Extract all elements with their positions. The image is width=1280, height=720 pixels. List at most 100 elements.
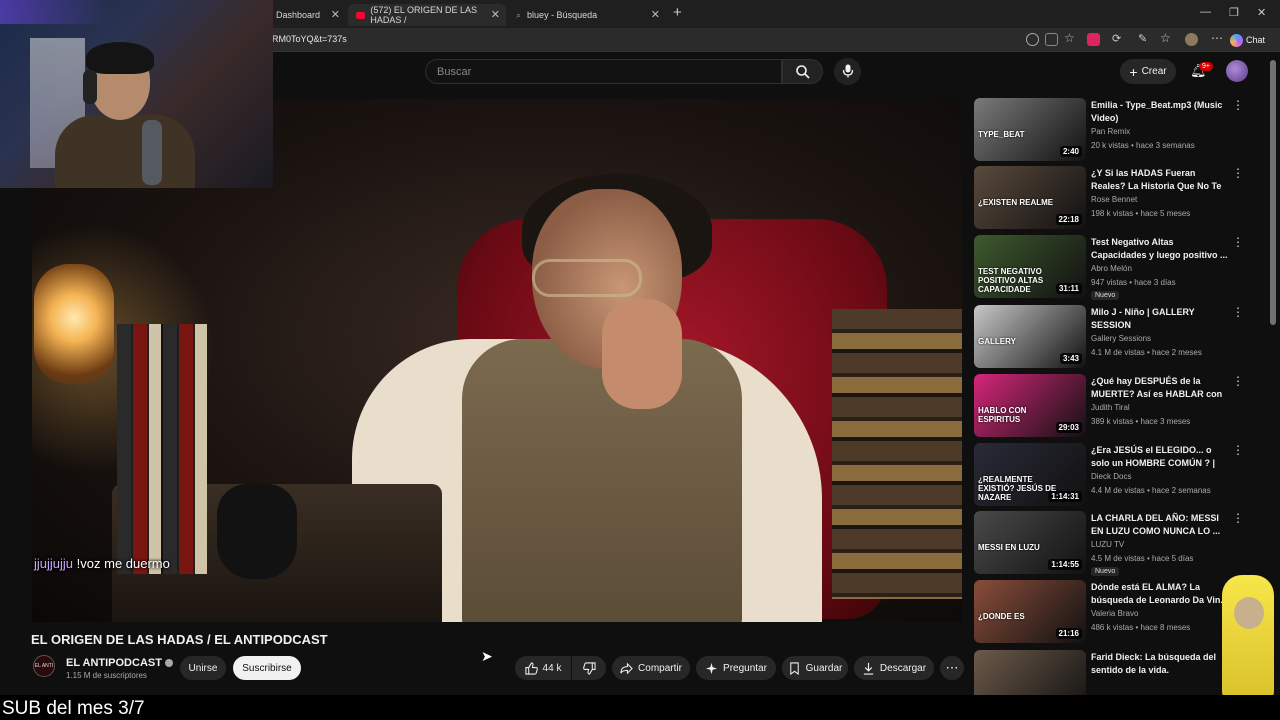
minimize-icon[interactable]: — xyxy=(1200,6,1211,18)
recommendation-channel[interactable]: Abro Melón xyxy=(1091,264,1132,273)
recommendation-channel[interactable]: Gallery Sessions xyxy=(1091,334,1151,343)
scrollbar[interactable] xyxy=(1270,60,1276,325)
dislike-button[interactable] xyxy=(572,656,606,680)
save-button[interactable]: Guardar xyxy=(782,656,848,680)
recommendation-thumbnail[interactable]: HABLO CON ESPIRITUS 29:03 xyxy=(974,374,1086,437)
url-text[interactable]: RM0ToYQ&t=737s xyxy=(272,34,347,44)
create-button[interactable]: + Crear xyxy=(1120,59,1176,84)
webcam-bottle xyxy=(142,120,162,185)
recommendation-meta: 20 k vistas • hace 3 semanas xyxy=(1091,141,1195,150)
recommendation-item[interactable]: HABLO CON ESPIRITUS 29:03 ¿Qué hay DESPUÉS… xyxy=(974,374,1254,438)
reader-icon[interactable] xyxy=(1045,33,1058,46)
close-icon[interactable]: ✕ xyxy=(491,8,500,21)
voice-search-button[interactable] xyxy=(834,58,861,85)
recommendation-channel[interactable]: LUZU TV xyxy=(1091,540,1124,549)
more-vertical-icon[interactable]: ⋮ xyxy=(1232,375,1244,387)
search-button[interactable] xyxy=(782,59,823,84)
banana-cat-sticker xyxy=(1222,575,1274,703)
more-vertical-icon[interactable]: ⋮ xyxy=(1232,306,1244,318)
microphone-icon xyxy=(842,64,854,78)
recommendation-thumbnail[interactable]: TEST NEGATIVO POSITIVO ALTAS CAPACIDADE 3… xyxy=(974,235,1086,298)
recommendation-item[interactable]: GALLERY 3:43 Milo J - Niño | GALLERY SESSI… xyxy=(974,305,1254,369)
webcam-person-body xyxy=(55,115,195,188)
duration-badge: 2:40 xyxy=(1059,146,1082,157)
channel-name-text: EL ANTIPODCAST xyxy=(66,657,162,669)
recommendation-title[interactable]: Milo J - Niño | GALLERY SESSION xyxy=(1091,306,1229,332)
more-vertical-icon[interactable]: ⋮ xyxy=(1232,444,1244,456)
recommendation-channel[interactable]: Pan Remix xyxy=(1091,127,1130,136)
recommendation-channel[interactable]: Valeria Bravo xyxy=(1091,609,1138,618)
recommendation-meta: 486 k vistas • hace 8 meses xyxy=(1091,623,1191,632)
extensions-icon[interactable]: ✎ xyxy=(1138,32,1147,45)
thumbnail-text: ¿REALMENTE EXISTIÓ? JESÚS DE NAZARE xyxy=(978,475,1057,502)
recommendation-channel[interactable]: Rose Bennet xyxy=(1091,195,1137,204)
recommendation-item[interactable]: MESSI EN LUZU 1:14:55 LA CHARLA DEL AÑO: M… xyxy=(974,511,1254,576)
tab-youtube-video[interactable]: (572) EL ORIGEN DE LAS HADAS / ✕ xyxy=(348,4,506,26)
profile-icon[interactable] xyxy=(1185,33,1198,46)
tab-bluey-search[interactable]: ⌕ bluey - Búsqueda ✕ xyxy=(508,4,666,26)
recommendation-thumbnail[interactable]: GALLERY 3:43 xyxy=(974,305,1086,368)
share-button[interactable]: Compartir xyxy=(612,656,690,680)
tab-dashboard[interactable]: Dashboard ✕ xyxy=(268,4,346,26)
thumbnail-text: ¿DONDE ES xyxy=(978,612,1025,621)
recommendation-thumbnail[interactable]: ¿EXISTEN REALME 22:18 xyxy=(974,166,1086,229)
recommendation-item[interactable]: ¿REALMENTE EXISTIÓ? JESÚS DE NAZARE 1:14:… xyxy=(974,443,1254,507)
new-tab-icon[interactable]: + xyxy=(673,4,682,21)
cat-face xyxy=(1234,597,1264,629)
recommendation-thumbnail[interactable]: TYPE_BEAT 2:40 xyxy=(974,98,1086,161)
duration-badge: 31:11 xyxy=(1055,283,1082,294)
more-vertical-icon[interactable]: ⋮ xyxy=(1232,512,1244,524)
chat-text: !voz me duermo xyxy=(76,556,170,571)
refresh-icon[interactable]: ⟳ xyxy=(1112,32,1121,45)
subtitle-bar xyxy=(0,695,1280,720)
recommendation-thumbnail[interactable]: ¿DONDE ES 21:16 xyxy=(974,580,1086,643)
recommendation-title[interactable]: Farid Dieck: La búsqueda del sentido de … xyxy=(1091,651,1229,677)
recommendation-item[interactable]: TYPE_BEAT 2:40 Emilia - Type_Beat.mp3 (Mus… xyxy=(974,98,1254,162)
recommendation-item[interactable]: ¿EXISTEN REALME 22:18 ¿Y Si las HADAS Fuer… xyxy=(974,166,1254,230)
translate-icon[interactable] xyxy=(1026,33,1039,46)
user-avatar[interactable] xyxy=(1226,60,1248,82)
recommendation-title[interactable]: LA CHARLA DEL AÑO: MESSI EN LUZU COMO NU… xyxy=(1091,512,1229,538)
recommendation-title[interactable]: ¿Y Si las HADAS Fueran Reales? La Histor… xyxy=(1091,167,1229,193)
recommendation-channel[interactable]: Dieck Docs xyxy=(1091,472,1131,481)
recommendation-title[interactable]: ¿Qué hay DESPUÉS de la MUERTE? Así es HA… xyxy=(1091,375,1229,401)
recommendation-channel[interactable]: Judith Tiral xyxy=(1091,403,1130,412)
recommendation-title[interactable]: Emilia - Type_Beat.mp3 (Music Video) xyxy=(1091,99,1229,125)
download-icon xyxy=(863,662,874,675)
verified-icon xyxy=(164,659,173,668)
download-button[interactable]: Descargar xyxy=(854,656,934,680)
recommendation-thumbnail[interactable]: ¿REALMENTE EXISTIÓ? JESÚS DE NAZARE 1:14:… xyxy=(974,443,1086,506)
search-input[interactable]: Buscar xyxy=(425,59,782,84)
recommendation-title[interactable]: ¿Era JESÚS el ELEGIDO... o solo un HOMBR… xyxy=(1091,444,1229,470)
copilot-chat-button[interactable]: Chat xyxy=(1230,31,1265,49)
recommendation-item[interactable]: ¿DONDE ES 21:16 Dónde está EL ALMA? La bús… xyxy=(974,580,1254,644)
channel-avatar[interactable]: EL ANTI xyxy=(33,655,55,677)
subscribe-label: Suscribirse xyxy=(242,662,292,674)
more-icon[interactable]: ⋯ xyxy=(1211,31,1223,45)
close-window-icon[interactable]: ✕ xyxy=(1257,6,1266,19)
duration-badge: 1:14:31 xyxy=(1048,491,1082,502)
recommendation-item[interactable]: TEST NEGATIVO POSITIVO ALTAS CAPACIDADE 3… xyxy=(974,235,1254,300)
recommendation-title[interactable]: Test Negativo Altas Capacidades y luego … xyxy=(1091,236,1229,262)
like-button[interactable]: 44 k xyxy=(515,656,571,680)
close-icon[interactable]: ✕ xyxy=(331,8,340,21)
favorite-star-icon[interactable]: ☆ xyxy=(1064,31,1075,45)
ask-button[interactable]: Preguntar xyxy=(696,656,776,680)
more-vertical-icon[interactable]: ⋮ xyxy=(1232,236,1244,248)
subscribe-button[interactable]: Suscribirse xyxy=(233,656,301,680)
sub-of-month-text: SUB del mes 3/7 xyxy=(2,698,145,719)
adblock-icon[interactable] xyxy=(1087,33,1100,46)
webcam-person-hair xyxy=(86,42,154,74)
more-vertical-icon[interactable]: ⋮ xyxy=(1232,99,1244,111)
restore-icon[interactable]: ❐ xyxy=(1229,6,1239,19)
collections-icon[interactable]: ☆ xyxy=(1160,31,1171,45)
recommendation-thumbnail[interactable]: MESSI EN LUZU 1:14:55 xyxy=(974,511,1086,574)
more-vertical-icon[interactable]: ⋮ xyxy=(1232,167,1244,179)
plus-icon: + xyxy=(1129,63,1138,80)
thumbnail-text: TEST NEGATIVO POSITIVO ALTAS CAPACIDADE xyxy=(978,267,1044,294)
recommendation-title[interactable]: Dónde está EL ALMA? La búsqueda de Leona… xyxy=(1091,581,1229,607)
join-button[interactable]: Unirse xyxy=(180,656,226,680)
more-actions-button[interactable]: ⋯ xyxy=(940,656,964,680)
channel-name[interactable]: EL ANTIPODCAST xyxy=(66,657,173,669)
close-icon[interactable]: ✕ xyxy=(651,8,660,21)
